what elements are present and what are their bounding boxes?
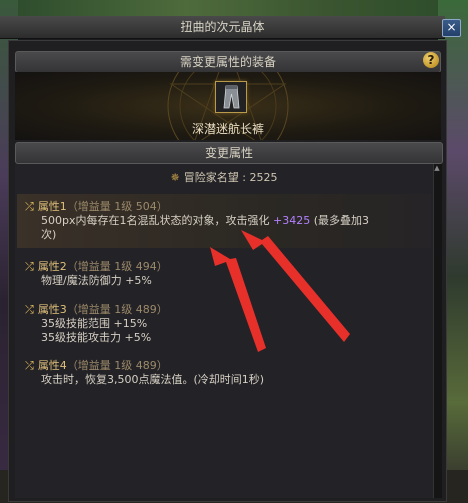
- shuffle-icon: ⤮: [25, 260, 34, 273]
- attribute-bonus: +3425: [273, 214, 311, 227]
- scroll-up-icon[interactable]: ▲: [433, 164, 441, 173]
- shuffle-icon: ⤮: [25, 200, 34, 213]
- attribute-desc: 500px内每存在1名混乱状态的对象，攻击强化: [41, 214, 270, 227]
- attribute-desc: 35级技能范围 +15%: [41, 317, 148, 330]
- equipment-area: 深潜迷航长裤: [15, 72, 441, 140]
- shuffle-icon: ⤮: [25, 359, 34, 372]
- attribute-meta: （增益量 1级 504）: [66, 200, 168, 213]
- attribute-meta: （增益量 1级 494）: [66, 260, 168, 273]
- attribute-item[interactable]: ⤮ 属性2（增益量 1级 494） 物理/魔法防御力 +5%: [25, 258, 425, 288]
- attribute-item[interactable]: ⤮ 属性4（增益量 1级 489） 攻击时，恢复3,500点魔法值。(冷却时间1秒…: [25, 357, 425, 387]
- attribute-desc: 攻击时，恢复3,500点魔法值。(冷却时间1秒): [41, 373, 265, 386]
- attribute-desc: 次): [41, 228, 57, 241]
- change-attribute-header: 变更属性: [15, 142, 443, 164]
- close-icon[interactable]: ×: [442, 19, 461, 37]
- attribute-meta: （增益量 1级 489）: [66, 303, 168, 316]
- attribute-item[interactable]: ⤮ 属性3（增益量 1级 489） 35级技能范围 +15% 35级技能攻击力 +…: [25, 301, 425, 345]
- equipment-slot[interactable]: [215, 81, 247, 113]
- attribute-desc: 35级技能攻击力 +5%: [41, 331, 152, 344]
- attribute-desc: 物理/魔法防御力 +5%: [41, 274, 152, 287]
- attribute-list: ✵ 冒险家名望 : 2525 ⤮ 属性1（增益量 1级 504） 500px内每存在…: [15, 164, 433, 498]
- reputation-icon: ✵: [170, 171, 180, 184]
- window-title: 扭曲的次元晶体: [0, 16, 445, 39]
- help-icon[interactable]: ?: [423, 52, 439, 68]
- scrollbar[interactable]: [433, 164, 442, 498]
- attribute-meta: （增益量 1级 489）: [66, 359, 168, 372]
- dialog-panel: 需变更属性的装备 ? 深潜迷航长裤 变更属性 ✵ 冒险家名望 : 2525 ⤮ 属性…: [8, 40, 447, 502]
- attribute-bonus-suffix: (最多叠加3: [310, 214, 370, 227]
- attribute-name: 属性3: [37, 303, 67, 316]
- attribute-name: 属性2: [37, 260, 67, 273]
- equipment-name: 深潜迷航长裤: [191, 122, 264, 136]
- attribute-name: 属性1: [37, 200, 67, 213]
- attribute-name: 属性4: [37, 359, 67, 372]
- shuffle-icon: ⤮: [25, 303, 34, 316]
- attribute-item[interactable]: ⤮ 属性1（增益量 1级 504） 500px内每存在1名混乱状态的对象，攻击强化…: [25, 198, 425, 242]
- background-top: [0, 0, 468, 16]
- pants-icon: [216, 82, 246, 112]
- reputation-display: ✵ 冒险家名望 : 2525: [15, 169, 433, 185]
- reputation-label: 冒险家名望 : 2525: [183, 171, 278, 184]
- equipment-header: 需变更属性的装备: [15, 51, 441, 73]
